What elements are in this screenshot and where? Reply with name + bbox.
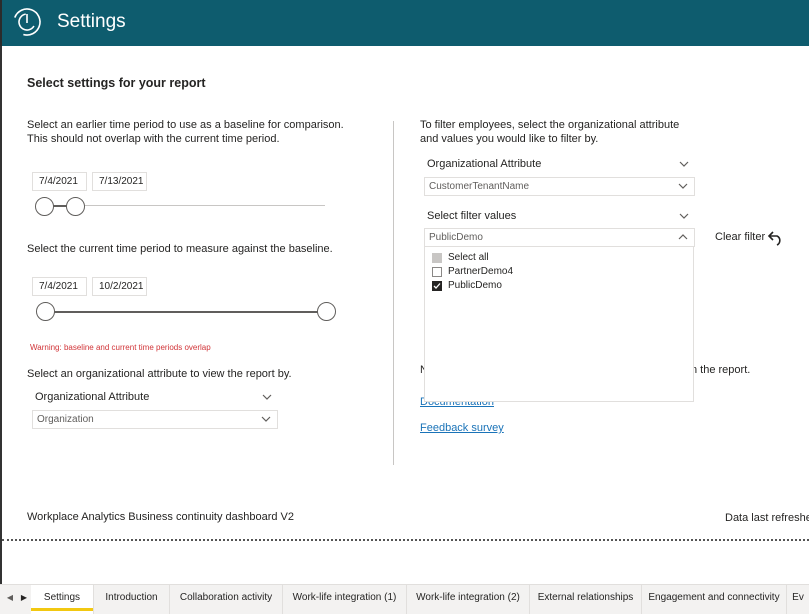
unchecked-checkbox-icon[interactable] — [432, 267, 442, 277]
filter-values-dropdown-header[interactable]: Select filter values — [424, 206, 695, 226]
page-separator — [2, 539, 809, 541]
chevron-down-icon — [262, 394, 272, 400]
tab-collaboration-activity[interactable]: Collaboration activity — [170, 585, 283, 614]
feedback-survey-link[interactable]: Feedback survey — [420, 422, 504, 434]
filter-values-selected: PublicDemo — [429, 232, 483, 243]
chevron-down-icon — [679, 213, 689, 219]
baseline-start-date-input[interactable]: 7/4/2021 — [32, 172, 87, 191]
tab-settings[interactable]: Settings — [31, 585, 94, 614]
clear-filter-label: Clear filter — [715, 231, 766, 243]
chevron-down-icon — [678, 183, 688, 189]
checked-checkbox-icon[interactable] — [432, 281, 442, 291]
left-frame-border — [0, 46, 2, 614]
column-divider — [393, 121, 394, 465]
view-by-dropdown-header[interactable]: Organizational Attribute — [32, 387, 278, 407]
baseline-slider-start-handle[interactable] — [35, 197, 54, 216]
tab-introduction[interactable]: Introduction — [94, 585, 170, 614]
filter-attribute-value: CustomerTenantName — [429, 181, 530, 192]
report-footer-title: Workplace Analytics Business continuity … — [27, 511, 294, 523]
view-by-description: Select an organizational attribute to vi… — [27, 368, 292, 380]
current-slider-start-handle[interactable] — [36, 302, 55, 321]
current-end-date-input[interactable]: 10/2/2021 — [92, 277, 147, 296]
view-by-header-label: Organizational Attribute — [35, 391, 150, 403]
undo-arrow-icon — [767, 231, 781, 246]
filter-description-line2: and values you would like to filter by. — [420, 133, 599, 145]
section-title: Select settings for your report — [27, 76, 206, 90]
chevron-up-icon — [678, 234, 688, 240]
current-period-description: Select the current time period to measur… — [27, 243, 333, 255]
view-by-dropdown[interactable]: Organization — [32, 410, 278, 429]
data-refreshed-label: Data last refreshed — [725, 512, 809, 524]
checkmark-icon — [433, 283, 441, 289]
page-title: Settings — [57, 11, 126, 32]
current-slider-range[interactable] — [45, 311, 327, 313]
filter-values-popup: Select all PartnerDemo4 PublicDemo — [424, 246, 694, 402]
baseline-slider-end-handle[interactable] — [66, 197, 85, 216]
option-label: Select all — [448, 252, 489, 263]
tab-engagement-and-connectivity[interactable]: Engagement and connectivity — [642, 585, 787, 614]
clear-filter-button[interactable]: Clear filter — [715, 231, 781, 246]
circular-logo-icon — [13, 8, 41, 36]
tab-ev[interactable]: Ev — [787, 585, 809, 614]
filter-values-dropdown[interactable]: PublicDemo — [424, 228, 695, 247]
scroll-left-icon[interactable]: ◀ — [4, 590, 16, 606]
current-slider-end-handle[interactable] — [317, 302, 336, 321]
option-label: PartnerDemo4 — [448, 266, 514, 277]
filter-attribute-dropdown-header[interactable]: Organizational Attribute — [424, 154, 695, 174]
baseline-description-line2: This should not overlap with the current… — [27, 133, 280, 145]
app-header: Settings — [0, 0, 809, 46]
view-by-selected-value: Organization — [37, 414, 94, 425]
filter-attribute-dropdown[interactable]: CustomerTenantName — [424, 177, 695, 196]
tab-work-life-integration-2[interactable]: Work-life integration (2) — [407, 585, 530, 614]
filter-attribute-header-label: Organizational Attribute — [427, 158, 542, 170]
baseline-description-line1: Select an earlier time period to use as … — [27, 119, 344, 131]
baseline-slider-track[interactable] — [44, 205, 325, 206]
partial-checkbox-icon[interactable] — [432, 253, 442, 263]
option-label: PublicDemo — [448, 280, 502, 291]
overlap-warning: Warning: baseline and current time perio… — [30, 343, 211, 352]
tab-external-relationships[interactable]: External relationships — [530, 585, 642, 614]
chevron-down-icon — [261, 416, 271, 422]
baseline-end-date-input[interactable]: 7/13/2021 — [92, 172, 147, 191]
info-text-suffix: n the report. — [691, 364, 751, 376]
filter-values-header-label: Select filter values — [427, 210, 517, 222]
page-tab-bar: ◀ ▶ Settings Introduction Collaboration … — [0, 584, 809, 614]
tab-work-life-integration-1[interactable]: Work-life integration (1) — [283, 585, 407, 614]
current-start-date-input[interactable]: 7/4/2021 — [32, 277, 87, 296]
chevron-down-icon — [679, 161, 689, 167]
scroll-right-icon[interactable]: ▶ — [18, 590, 30, 606]
filter-description-line1: To filter employees, select the organiza… — [420, 119, 680, 131]
